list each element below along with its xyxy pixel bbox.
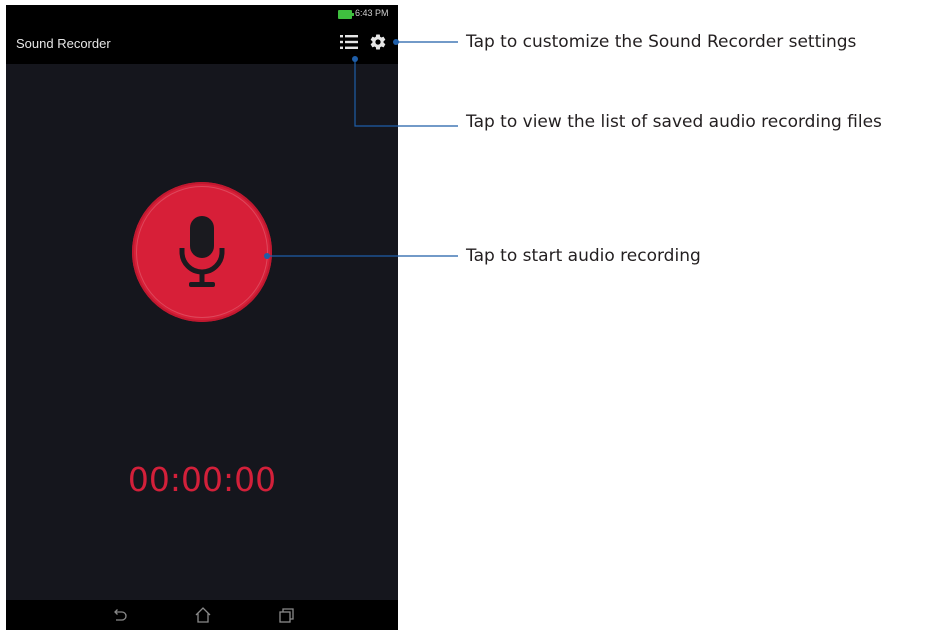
status-time: 6:43 PM — [355, 8, 389, 18]
back-icon[interactable] — [110, 606, 128, 624]
list-icon[interactable] — [340, 34, 358, 50]
app-title: Sound Recorder — [16, 36, 111, 51]
gear-icon[interactable] — [369, 33, 387, 51]
record-button[interactable] — [132, 182, 272, 322]
battery-icon — [338, 10, 354, 19]
action-bar: Sound Recorder — [6, 22, 398, 64]
status-bar: 6:43 PM — [6, 5, 398, 22]
callout-list-text: Tap to view the list of saved audio reco… — [466, 112, 882, 132]
callout-settings-text: Tap to customize the Sound Recorder sett… — [466, 32, 857, 52]
microphone-icon — [179, 216, 225, 287]
recents-icon[interactable] — [277, 606, 295, 624]
navigation-bar — [6, 600, 398, 630]
recording-timer: 00:00:00 — [127, 460, 277, 499]
phone-screen: 6:43 PM Sound Recorder 00:00:00 — [6, 5, 398, 630]
annotated-screenshot: 6:43 PM Sound Recorder 00:00:00 Tap to c… — [0, 0, 925, 630]
home-icon[interactable] — [194, 606, 212, 624]
callout-record-text: Tap to start audio recording — [466, 246, 701, 266]
